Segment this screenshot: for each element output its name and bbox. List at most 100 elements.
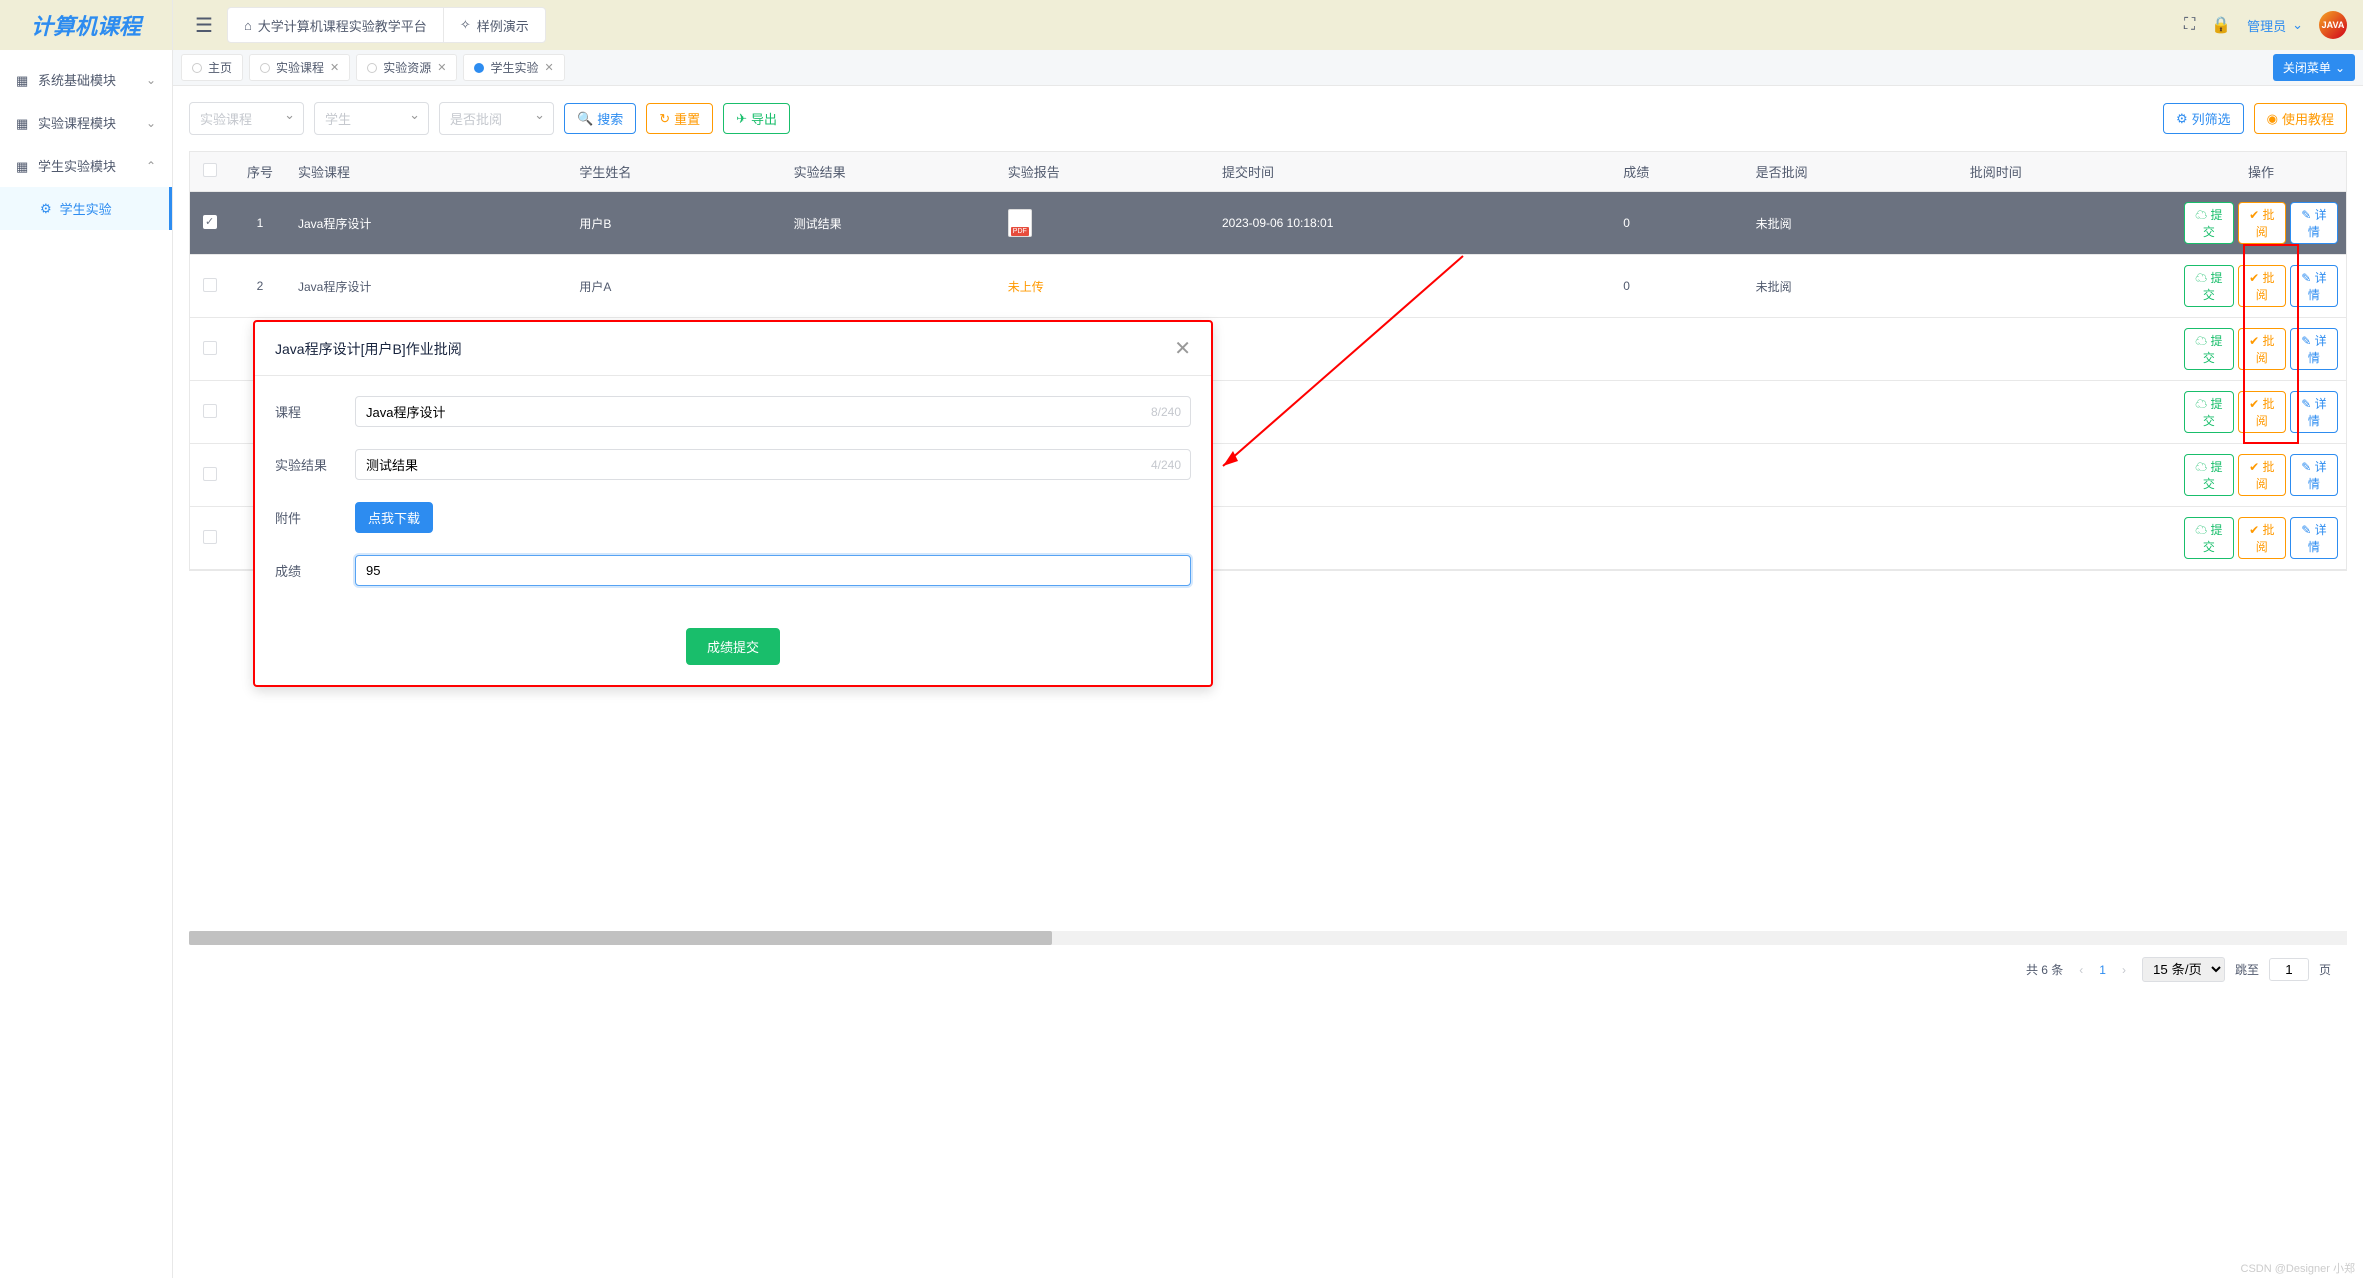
help-icon: ◉ [2267,111,2278,127]
submit-button[interactable]: ☁ 提交 [2184,517,2234,559]
current-page: 1 [2099,963,2106,977]
sidebar-item-course[interactable]: ▦实验课程模块 ⌄ [0,101,172,144]
close-icon[interactable]: ✕ [437,61,446,74]
gear-icon: ⚙ [2176,111,2188,127]
cell-submit-time [1214,318,1615,381]
row-checkbox[interactable] [203,404,217,418]
course-input[interactable] [355,396,1191,427]
modal-body: 课程 8/240 实验结果 4/240 附件 [255,376,1211,628]
cell-course: Java程序设计 [290,255,571,318]
per-page-select[interactable]: 15 条/页 [2142,957,2225,982]
cell-submit-time [1214,381,1615,444]
detail-button[interactable]: ✎ 详情 [2290,202,2338,244]
row-checkbox[interactable] [203,467,217,481]
sidebar-subitem-label: 学生实验 [60,199,112,218]
review-button[interactable]: ✔ 批阅 [2238,265,2286,307]
detail-button[interactable]: ✎ 详情 [2290,265,2338,307]
close-icon[interactable]: ✕ [330,61,339,74]
detail-button[interactable]: ✎ 详情 [2290,454,2338,496]
tabs-bar: 主页 实验课程✕ 实验资源✕ 学生实验✕ 关闭菜单 ⌄ [173,50,2363,86]
cell-student: 用户B [571,192,785,255]
checkbox-all[interactable] [203,163,217,177]
magic-icon: ✧ [460,17,471,33]
column-filter-button[interactable]: ⚙列筛选 [2163,103,2244,134]
tutorial-button[interactable]: ◉使用教程 [2254,103,2347,134]
table-row[interactable]: 1Java程序设计用户B测试结果PDF2023-09-06 10:18:010未… [190,192,2346,255]
col-action: 操作 [2176,152,2346,192]
cell-idx: 1 [230,192,290,255]
tab-course[interactable]: 实验课程✕ [249,54,350,81]
submit-button[interactable]: ☁ 提交 [2184,202,2234,244]
review-button[interactable]: ✔ 批阅 [2238,391,2286,433]
prev-page-button[interactable]: ‹ [2073,963,2089,977]
next-page-button[interactable]: › [2116,963,2132,977]
sidebar-subitem-student-exp[interactable]: ⚙ 学生实验 [0,187,172,230]
col-reviewed: 是否批阅 [1748,152,1962,192]
sidebar-item-system[interactable]: ▦系统基础模块 ⌄ [0,58,172,101]
hamburger-icon[interactable]: ☰ [189,7,219,44]
score-input[interactable] [355,555,1191,586]
row-checkbox[interactable] [203,341,217,355]
search-button[interactable]: 🔍搜索 [564,103,636,134]
col-course: 实验课程 [290,152,571,192]
select-student[interactable]: 学生 [314,102,429,135]
cell-review-time [1962,381,2176,444]
cell-score [1615,444,1747,507]
review-button[interactable]: ✔ 批阅 [2238,202,2286,244]
review-button[interactable]: ✔ 批阅 [2238,517,2286,559]
row-checkbox[interactable] [203,215,217,229]
modal-close-icon[interactable]: ✕ [1174,336,1191,361]
chevron-down-icon: ⌄ [146,116,156,130]
user-dropdown[interactable]: 管理员 ⌄ [2247,16,2303,35]
table-header-row: 序号 实验课程 学生姓名 实验结果 实验报告 提交时间 成绩 是否批阅 批阅时间… [190,152,2346,192]
col-score: 成绩 [1615,152,1747,192]
row-checkbox[interactable] [203,278,217,292]
select-course[interactable]: 实验课程 [189,102,304,135]
row-checkbox[interactable] [203,530,217,544]
tab-student-exp[interactable]: 学生实验✕ [463,54,564,81]
tab-resource[interactable]: 实验资源✕ [356,54,457,81]
avatar[interactable]: JAVA [2319,11,2347,39]
table-row[interactable]: 2Java程序设计用户A未上传0未批阅☁ 提交✔ 批阅✎ 详情 [190,255,2346,318]
score-label: 成绩 [275,561,355,580]
char-count: 8/240 [1151,405,1181,419]
cell-idx: 2 [230,255,290,318]
header: ☰ ⌂ 大学计算机课程实验教学平台 ✧ 样例演示 ⛶ 🔒 管理员 ⌄ JAVA [173,0,2363,50]
reset-button[interactable]: ↻重置 [646,103,713,134]
cell-report: 未上传 [1000,255,1214,318]
cell-score [1615,507,1747,570]
nav-demo[interactable]: ✧ 样例演示 [444,8,545,42]
jump-page-input[interactable] [2269,958,2309,981]
pdf-icon[interactable]: PDF [1008,209,1032,237]
review-button[interactable]: ✔ 批阅 [2238,454,2286,496]
sidebar-item-label: 实验课程模块 [38,113,116,132]
col-idx: 序号 [230,152,290,192]
detail-button[interactable]: ✎ 详情 [2290,517,2338,559]
result-input[interactable] [355,449,1191,480]
submit-button[interactable]: ☁ 提交 [2184,328,2234,370]
lock-icon[interactable]: 🔒 [2211,15,2231,35]
submit-button[interactable]: ☁ 提交 [2184,454,2234,496]
submit-button[interactable]: ☁ 提交 [2184,265,2234,307]
pagination: 共 6 条 ‹ 1 › 15 条/页 跳至 页 [189,945,2347,994]
close-menu-button[interactable]: 关闭菜单 ⌄ [2273,54,2355,81]
export-button[interactable]: ✈导出 [723,103,790,134]
tab-home[interactable]: 主页 [181,54,243,81]
submit-button[interactable]: ☁ 提交 [2184,391,2234,433]
close-icon[interactable]: ✕ [545,61,554,74]
download-button[interactable]: 点我下载 [355,502,433,533]
nav-platform[interactable]: ⌂ 大学计算机课程实验教学平台 [228,8,444,42]
col-student: 学生姓名 [571,152,785,192]
fullscreen-icon[interactable]: ⛶ [2184,16,2195,34]
attach-label: 附件 [275,508,355,527]
search-icon: 🔍 [577,111,593,127]
review-button[interactable]: ✔ 批阅 [2238,328,2286,370]
content: 实验课程 学生 是否批阅 🔍搜索 ↻重置 ✈导出 ⚙列筛选 ◉使用教程 序 [173,86,2363,1278]
jump-label: 跳至 [2235,961,2259,978]
detail-button[interactable]: ✎ 详情 [2290,391,2338,433]
horizontal-scrollbar[interactable] [189,931,2347,945]
submit-score-button[interactable]: 成绩提交 [686,628,780,665]
detail-button[interactable]: ✎ 详情 [2290,328,2338,370]
sidebar-item-student-exp[interactable]: ▦学生实验模块 ⌃ [0,144,172,187]
select-reviewed[interactable]: 是否批阅 [439,102,554,135]
